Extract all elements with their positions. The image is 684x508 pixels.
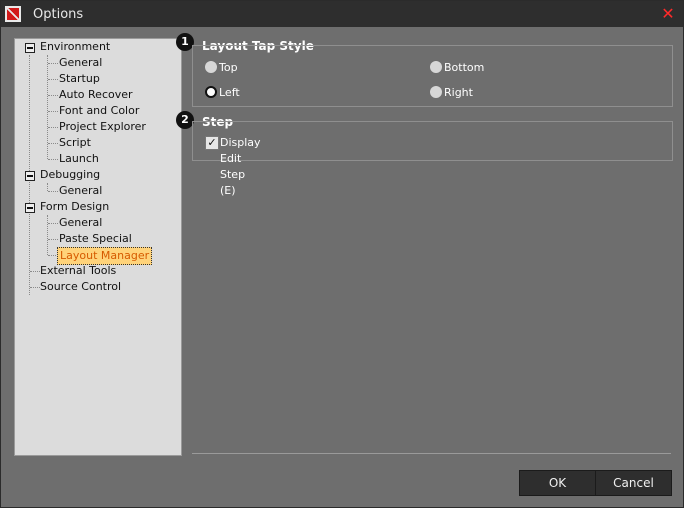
title-bar[interactable]: Options ✕ <box>1 1 683 27</box>
radio-right-label: Right <box>444 86 473 99</box>
options-dialog: Options ✕ Environment General Startup Au… <box>0 0 684 508</box>
tree-item-form-design[interactable]: Form Design <box>40 199 109 215</box>
radio-left-label: Left <box>219 86 240 99</box>
tree-item-paste-special[interactable]: Paste Special <box>59 231 132 247</box>
display-edit-step-label: Display Edit Step (E) <box>220 136 261 197</box>
dialog-title: Options <box>33 7 84 22</box>
tree-item-form-general[interactable]: General <box>59 215 102 231</box>
radio-top-label: Top <box>219 61 238 74</box>
radio-right-circle[interactable] <box>430 86 442 98</box>
tree-item-launch[interactable]: Launch <box>59 151 99 167</box>
tree-item-source-control[interactable]: Source Control <box>40 279 121 295</box>
app-logo-icon <box>5 6 21 22</box>
tree-item-auto-recover[interactable]: Auto Recover <box>59 87 133 103</box>
ok-button[interactable]: OK <box>519 470 596 496</box>
tree-item-project-explorer[interactable]: Project Explorer <box>59 119 146 135</box>
radio-top-circle[interactable] <box>205 61 217 73</box>
tree-item-environment[interactable]: Environment <box>40 39 110 55</box>
tree-debug-line <box>47 183 48 191</box>
collapse-environment-icon[interactable] <box>25 43 35 53</box>
radio-bottom-circle[interactable] <box>430 61 442 73</box>
tree-item-debugging[interactable]: Debugging <box>40 167 100 183</box>
tree-form-line <box>47 215 48 255</box>
tree-item-env-general[interactable]: General <box>59 55 102 71</box>
options-tree[interactable]: Environment General Startup Auto Recover… <box>14 38 182 456</box>
display-edit-step-checkbox[interactable]: ✓ <box>205 136 219 150</box>
radio-left-circle[interactable] <box>205 86 217 98</box>
collapse-form-design-icon[interactable] <box>25 203 35 213</box>
tree-item-external-tools[interactable]: External Tools <box>40 263 116 279</box>
close-icon[interactable]: ✕ <box>657 5 679 23</box>
tree-item-font-and-color[interactable]: Font and Color <box>59 103 139 119</box>
radio-bottom-label: Bottom <box>444 61 485 74</box>
tree-item-script[interactable]: Script <box>59 135 91 151</box>
layout-tab-style-group <box>192 45 673 107</box>
step-group <box>192 121 673 161</box>
footer-separator <box>192 453 671 454</box>
tree-item-startup[interactable]: Startup <box>59 71 100 87</box>
cancel-button[interactable]: Cancel <box>595 470 672 496</box>
collapse-debugging-icon[interactable] <box>25 171 35 181</box>
tree-item-debug-general[interactable]: General <box>59 183 102 199</box>
